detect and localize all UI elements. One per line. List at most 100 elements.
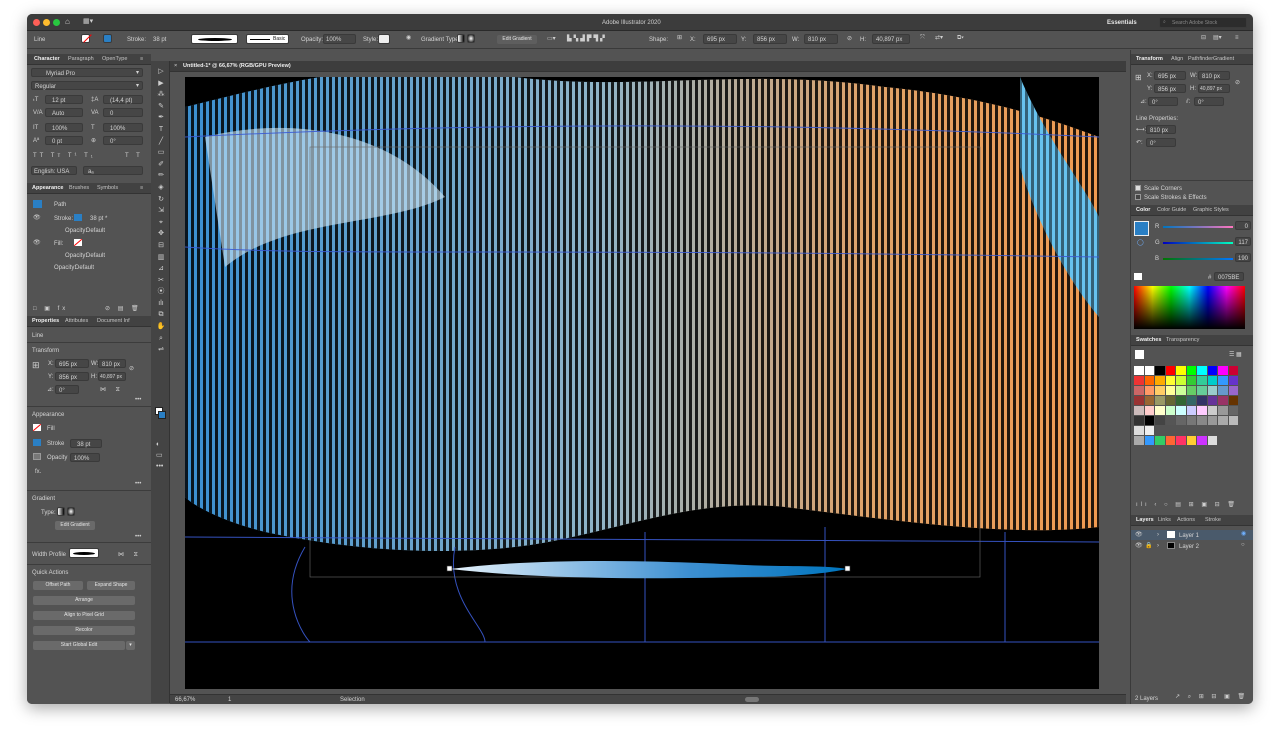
- linear-gradient-button[interactable]: [57, 507, 65, 516]
- align-buttons-icon[interactable]: ▙▚▟▛▜▞: [567, 36, 607, 42]
- language-select[interactable]: English: USA: [31, 166, 77, 175]
- r-input[interactable]: 0: [1235, 221, 1251, 230]
- start-global-edit-button[interactable]: Start Global Edit: [33, 641, 125, 650]
- properties-h-input[interactable]: 40,897 px: [98, 372, 126, 381]
- swatch[interactable]: [1197, 436, 1207, 445]
- stroke-swatch[interactable]: [103, 34, 112, 43]
- tab-layers[interactable]: Layers: [1136, 517, 1154, 523]
- swatch[interactable]: [1207, 416, 1217, 425]
- flip-icons[interactable]: ⋈ ⧖: [100, 387, 124, 393]
- swatch[interactable]: [1218, 396, 1228, 405]
- kerning-input[interactable]: Auto: [45, 108, 83, 117]
- isolate-icon[interactable]: ⧉▾: [957, 35, 964, 41]
- swatch[interactable]: [1197, 396, 1207, 405]
- tab-links[interactable]: Links: [1158, 517, 1171, 523]
- swatch[interactable]: [1144, 426, 1154, 435]
- variable-width-profile[interactable]: [191, 34, 238, 44]
- swatch[interactable]: [1197, 386, 1207, 395]
- workspace-layout-icon[interactable]: ▦▾: [83, 18, 93, 25]
- radial-gradient-button[interactable]: [67, 507, 75, 516]
- reference-point-icon[interactable]: ⊞: [677, 35, 682, 41]
- swatch[interactable]: [1155, 396, 1165, 405]
- panel-menu-icon[interactable]: ≡: [140, 185, 143, 191]
- swatch[interactable]: [1144, 366, 1154, 375]
- transform-h-input[interactable]: 40,897 px: [1198, 84, 1230, 93]
- panel-menu-icon[interactable]: ▤▾: [1213, 35, 1222, 41]
- swatch[interactable]: [1176, 366, 1186, 375]
- swatch[interactable]: [1134, 416, 1144, 425]
- swatch[interactable]: [1165, 386, 1175, 395]
- fill-swatch[interactable]: [81, 34, 92, 43]
- tab-properties[interactable]: Properties: [32, 318, 59, 324]
- swatch[interactable]: [1165, 436, 1175, 445]
- swatch[interactable]: [1155, 366, 1165, 375]
- appearance-opacity-label[interactable]: Opacity:: [65, 228, 87, 234]
- constrain-link-icon[interactable]: ⊘: [1235, 80, 1240, 86]
- arrange-button[interactable]: Arrange: [33, 596, 135, 605]
- properties-y-input[interactable]: 856 px: [55, 372, 89, 381]
- tab-transform[interactable]: Transform: [1136, 56, 1163, 62]
- align-pixel-grid-button[interactable]: Align to Pixel Grid: [33, 611, 135, 620]
- appearance-footer-icons[interactable]: □ ▣ fx: [33, 306, 68, 312]
- visibility-eye-icon[interactable]: 👁: [1135, 543, 1143, 549]
- swatch[interactable]: [1134, 386, 1144, 395]
- swatch[interactable]: [1207, 366, 1217, 375]
- tracking-input[interactable]: 0: [103, 108, 143, 117]
- more-options-icon[interactable]: ≡: [1235, 35, 1239, 41]
- swatch[interactable]: [1155, 416, 1165, 425]
- swatch[interactable]: [1186, 376, 1196, 385]
- swatch[interactable]: [1134, 436, 1144, 445]
- swatch[interactable]: [1144, 416, 1154, 425]
- swatch[interactable]: [1176, 406, 1186, 415]
- swatch[interactable]: [1218, 366, 1228, 375]
- fill-none-swatch[interactable]: [73, 238, 83, 247]
- swatch[interactable]: [1144, 386, 1154, 395]
- layer-name[interactable]: Layer 2: [1179, 544, 1199, 550]
- transform-icon[interactable]: ⤧: [920, 35, 925, 41]
- more-options-icon[interactable]: •••: [135, 397, 141, 403]
- wave-artwork[interactable]: [185, 77, 1099, 689]
- active-color-swatch[interactable]: [1134, 221, 1149, 236]
- width-profile-select[interactable]: [69, 548, 99, 558]
- properties-x-input[interactable]: 695 px: [55, 359, 89, 368]
- swatch[interactable]: [1176, 386, 1186, 395]
- tab-paragraph[interactable]: Paragraph: [68, 56, 94, 62]
- graphic-style-picker[interactable]: [378, 34, 390, 44]
- swatch[interactable]: [1165, 376, 1175, 385]
- swatch[interactable]: [1165, 396, 1175, 405]
- layer-name[interactable]: Layer 1: [1179, 533, 1199, 539]
- swatch[interactable]: [1134, 396, 1144, 405]
- visibility-eye-icon[interactable]: 👁: [33, 215, 41, 221]
- transform-shear-input[interactable]: 0°: [1194, 97, 1224, 106]
- swatch[interactable]: [1134, 406, 1144, 415]
- stroke-color-icon[interactable]: [158, 411, 166, 419]
- properties-w-input[interactable]: 810 px: [98, 359, 126, 368]
- baseline-shift-input[interactable]: 0 pt: [45, 136, 83, 145]
- appearance-fill-label[interactable]: Fill:: [54, 241, 63, 247]
- brush-definition[interactable]: Basic: [246, 34, 289, 44]
- horizontal-scrollbar-thumb[interactable]: [745, 697, 759, 702]
- swatch[interactable]: [1186, 396, 1196, 405]
- swatch[interactable]: [1228, 376, 1238, 385]
- swatch[interactable]: [1186, 366, 1196, 375]
- constrain-proportions-icon[interactable]: ⊘: [847, 36, 852, 42]
- swatch[interactable]: [1197, 406, 1207, 415]
- stroke-color-swatch[interactable]: [33, 439, 41, 446]
- font-style-select[interactable]: Regular ▾: [31, 81, 143, 90]
- swatch[interactable]: [1155, 386, 1165, 395]
- appearance-opacity3-label[interactable]: Opacity:: [54, 265, 76, 271]
- properties-stroke-input[interactable]: 38 pt: [70, 439, 102, 448]
- tab-appearance[interactable]: Appearance: [32, 185, 64, 191]
- g-slider[interactable]: [1163, 242, 1233, 244]
- home-icon[interactable]: ⌂: [65, 18, 70, 26]
- tab-transparency[interactable]: Transparency: [1166, 337, 1199, 343]
- swatch[interactable]: [1228, 406, 1238, 415]
- zoom-level[interactable]: 66,67%: [175, 697, 195, 703]
- appearance-stroke-label[interactable]: Stroke:: [54, 216, 73, 222]
- tab-document-info[interactable]: Document Inf: [97, 318, 130, 324]
- reference-point-icon[interactable]: ⊞: [1135, 74, 1142, 82]
- offset-path-button[interactable]: Offset Path: [33, 581, 83, 590]
- swatch[interactable]: [1165, 406, 1175, 415]
- text-style-buttons-icon[interactable]: TT Tт T¹ T₁: [33, 153, 96, 159]
- minimize-window-icon[interactable]: [43, 19, 50, 26]
